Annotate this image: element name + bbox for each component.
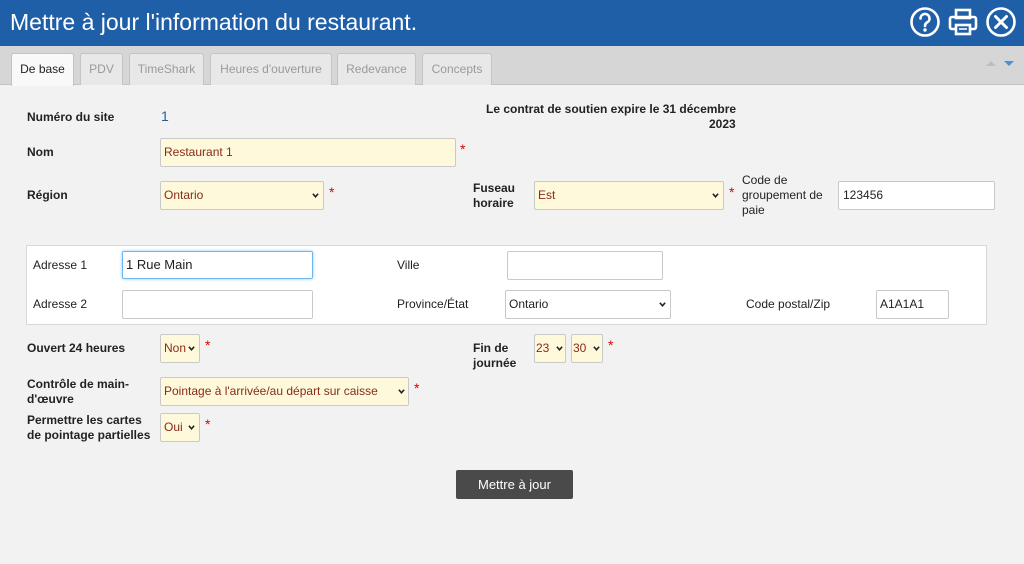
endofday-label-line2: journée (473, 356, 517, 370)
paygroup-label-line1: Code de (742, 173, 788, 187)
region-label: Région (27, 188, 68, 202)
required-mark: * (205, 337, 211, 353)
title-bar: Mettre à jour l'information du restauran… (0, 0, 1024, 46)
required-mark: * (414, 380, 420, 396)
update-button[interactable]: Mettre à jour (456, 470, 573, 499)
tab-bar: De base PDV TimeShark Heures d'ouverture… (0, 46, 1024, 86)
region-select-value: Ontario (164, 188, 204, 202)
paygroup-label-line3: paie (742, 203, 765, 217)
labor-label-line1: Contrôle de main- (27, 377, 130, 391)
name-label: Nom (27, 145, 54, 159)
province-select[interactable]: Ontario (505, 290, 671, 319)
timezone-select[interactable]: Est (534, 181, 724, 210)
print-icon[interactable] (947, 6, 979, 38)
window-title: Mettre à jour l'information du restauran… (10, 9, 418, 35)
contract-notice-line1: Le contrat de soutien expire le 31 décem… (486, 102, 737, 116)
chevron-down-icon (556, 346, 563, 352)
tab-pdv[interactable]: PDV (80, 53, 123, 85)
paygroup-label-line2: groupement de (742, 188, 823, 202)
chevron-down-icon (398, 389, 405, 395)
required-mark: * (608, 337, 614, 353)
required-mark: * (460, 141, 466, 157)
postal-label: Code postal/Zip (746, 297, 831, 311)
open24-select-value: Non (164, 341, 187, 355)
partial-timecards-value: Oui (164, 420, 183, 434)
required-mark: * (329, 184, 335, 200)
city-label: Ville (397, 258, 420, 272)
chevron-down-icon (188, 425, 195, 431)
city-input[interactable] (507, 251, 663, 280)
close-icon[interactable] (985, 6, 1017, 38)
name-input[interactable]: Restaurant 1 (160, 138, 456, 167)
required-mark: * (729, 184, 735, 200)
region-select[interactable]: Ontario (160, 181, 324, 210)
address2-input[interactable] (122, 290, 313, 319)
province-label: Province/État (397, 297, 469, 311)
required-mark: * (205, 416, 211, 432)
labor-control-select[interactable]: Pointage à l'arrivée/au départ sur caiss… (160, 377, 409, 406)
tab-redevance[interactable]: Redevance (337, 53, 416, 85)
address1-input[interactable]: 1 Rue Main (122, 251, 313, 279)
chevron-down-icon (659, 302, 666, 308)
address2-label: Adresse 2 (33, 297, 88, 311)
timezone-label-line1: Fuseau (473, 181, 516, 195)
timezone-select-value: Est (538, 188, 556, 202)
site-number-value: 1 (161, 108, 169, 124)
site-number-label: Numéro du site (27, 110, 115, 124)
partial-label-line2: de pointage partielles (27, 428, 151, 442)
labor-control-value: Pointage à l'arrivée/au départ sur caiss… (164, 384, 378, 398)
tab-concepts[interactable]: Concepts (422, 53, 492, 85)
province-select-value: Ontario (509, 297, 549, 311)
paygroup-input[interactable]: 123456 (838, 181, 995, 210)
contract-notice-line2: 2023 (709, 117, 736, 131)
scroll-arrows-icon[interactable] (985, 58, 1015, 68)
endofday-label-line1: Fin de (473, 341, 509, 355)
timezone-label-line2: horaire (473, 196, 514, 210)
endofday-minute-select[interactable]: 30 (571, 334, 603, 363)
tab-de-base[interactable]: De base (11, 53, 74, 86)
open24-label: Ouvert 24 heures (27, 341, 126, 355)
chevron-down-icon (188, 346, 195, 352)
partial-timecards-select[interactable]: Oui (160, 413, 200, 442)
endofday-hour-select[interactable]: 23 (534, 334, 566, 363)
tab-heures-ouverture[interactable]: Heures d'ouverture (210, 53, 332, 85)
address1-label: Adresse 1 (33, 258, 88, 272)
chevron-down-icon (712, 193, 719, 199)
chevron-down-icon (312, 193, 319, 199)
partial-label-line1: Permettre les cartes (27, 413, 142, 427)
help-icon[interactable] (909, 6, 941, 38)
labor-label-line2: d'œuvre (27, 392, 74, 406)
endofday-hour-value: 23 (536, 341, 550, 355)
tab-timeshark[interactable]: TimeShark (129, 53, 204, 85)
endofday-minute-value: 30 (573, 341, 587, 355)
postal-input[interactable]: A1A1A1 (876, 290, 949, 319)
chevron-down-icon (593, 346, 600, 352)
open24-select[interactable]: Non (160, 334, 200, 363)
